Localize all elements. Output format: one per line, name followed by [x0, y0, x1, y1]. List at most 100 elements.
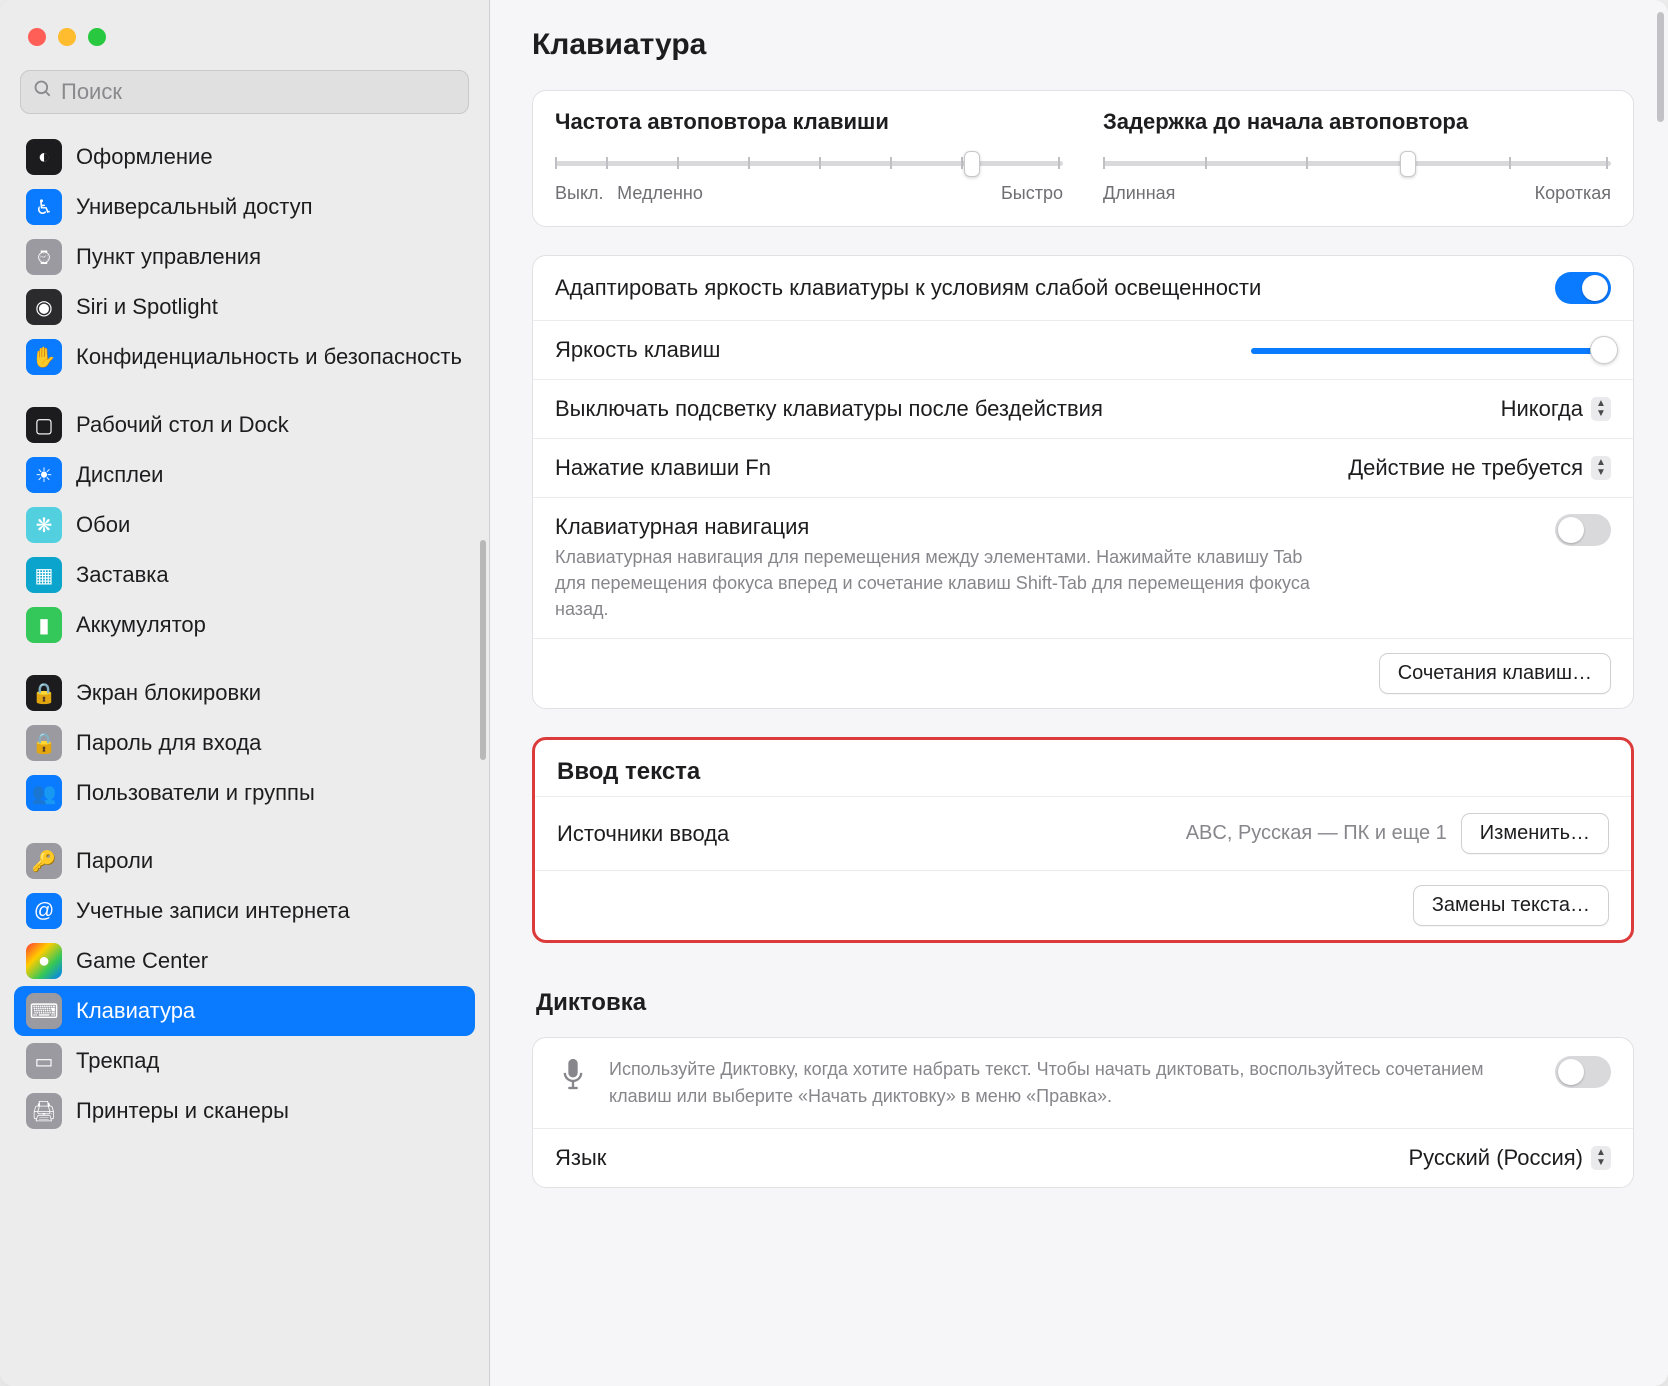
- sidebar-item-клавиатура[interactable]: ⌨︎ Клавиатура: [14, 986, 475, 1036]
- sidebar-item-дисплеи[interactable]: ☀︎Дисплеи: [14, 450, 475, 500]
- sidebar-item-рабочий-стол-и-dock[interactable]: ▢ Рабочий стол и Dock: [14, 400, 475, 450]
- brightness-auto-toggle[interactable]: [1555, 272, 1611, 304]
- kb-nav-label: Клавиатурная навигация: [555, 514, 1315, 540]
- sidebar-item-принтеры-и-сканеры[interactable]: 🖨︎ Принтеры и сканеры: [14, 1086, 475, 1136]
- content-scrollbar[interactable]: [1657, 12, 1664, 122]
- sidebar-item-label: Оформление: [76, 144, 213, 170]
- sidebar-item-label: Универсальный доступ: [76, 194, 313, 220]
- search-input[interactable]: Поиск: [20, 70, 469, 114]
- backlight-off-value: Никогда: [1501, 396, 1583, 422]
- key-repeat-label: Частота автоповтора клавиши: [555, 109, 1063, 135]
- sidebar-icon: ▭: [26, 1043, 62, 1079]
- dictation-lang-label: Язык: [555, 1145, 606, 1171]
- backlight-off-label: Выключать подсветку клавиатуры после без…: [555, 396, 1103, 422]
- sidebar-item-label: Обои: [76, 512, 130, 538]
- fn-key-select[interactable]: Действие не требуется ▲▼: [1348, 455, 1611, 481]
- chevron-up-down-icon: ▲▼: [1591, 456, 1611, 480]
- delay-min: Длинная: [1103, 183, 1175, 204]
- input-sources-edit-button[interactable]: Изменить…: [1461, 813, 1609, 854]
- main-content: Клавиатура Частота автоповтора клавиши: [490, 0, 1668, 1386]
- sidebar-item-пункт-управления[interactable]: ⌚︎ Пункт управления: [14, 232, 475, 282]
- chevron-up-down-icon: ▲▼: [1591, 397, 1611, 421]
- sidebar-item-label: Пароли: [76, 848, 153, 874]
- fn-key-label: Нажатие клавиши Fn: [555, 455, 771, 481]
- dictation-panel: Используйте Диктовку, когда хотите набра…: [532, 1037, 1634, 1188]
- key-brightness-slider[interactable]: [1251, 338, 1611, 362]
- text-input-title: Ввод текста: [535, 740, 1631, 796]
- sidebar-item-label: Аккумулятор: [76, 612, 206, 638]
- sidebar-item-label: Siri и Spotlight: [76, 294, 218, 320]
- kb-nav-desc: Клавиатурная навигация для перемещения м…: [555, 544, 1315, 622]
- sidebar-icon: ⌨︎: [26, 993, 62, 1029]
- page-title: Клавиатура: [532, 28, 1634, 62]
- key-repeat-max: Быстро: [1001, 183, 1063, 204]
- sidebar-item-label: Пункт управления: [76, 244, 261, 270]
- dictation-lang-select[interactable]: Русский (Россия) ▲▼: [1408, 1145, 1611, 1171]
- input-sources-value: ABC, Русская — ПК и еще 1: [1186, 822, 1447, 845]
- chevron-up-down-icon: ▲▼: [1591, 1146, 1611, 1170]
- key-repeat-min: Выкл.: [555, 183, 604, 204]
- keyboard-settings-panel: Адаптировать яркость клавиатуры к услови…: [532, 255, 1634, 709]
- sidebar-scrollbar[interactable]: [480, 540, 486, 760]
- backlight-off-select[interactable]: Никогда ▲▼: [1501, 396, 1611, 422]
- sidebar-icon: ♿︎: [26, 189, 62, 225]
- text-input-panel: Ввод текста Источники ввода ABC, Русская…: [532, 737, 1634, 943]
- sidebar-item-пароли[interactable]: 🔑 Пароли: [14, 836, 475, 886]
- sidebar-item-label: Пользователи и группы: [76, 780, 315, 806]
- dictation-desc: Используйте Диктовку, когда хотите набра…: [609, 1056, 1537, 1110]
- zoom-window-button[interactable]: [88, 28, 106, 46]
- sidebar-icon: ▢: [26, 407, 62, 443]
- sidebar-item-конфиденциальность-и-безопасность[interactable]: ✋Конфиденциальность и безопасность: [14, 332, 475, 382]
- sidebar-icon: 🖨︎: [26, 1093, 62, 1129]
- sidebar-icon: ☀︎: [26, 457, 62, 493]
- sidebar-icon: ▮: [26, 607, 62, 643]
- mic-icon: [555, 1056, 591, 1092]
- delay-max: Короткая: [1535, 183, 1611, 204]
- sidebar-item-оформление[interactable]: ◐ Оформление: [14, 132, 475, 182]
- sidebar-icon: ◐: [26, 139, 62, 175]
- repeat-panel: Частота автоповтора клавиши Выкл.: [532, 90, 1634, 227]
- sidebar-item-заставка[interactable]: ▦ Заставка: [14, 550, 475, 600]
- delay-label: Задержка до начала автоповтора: [1103, 109, 1611, 135]
- sidebar-item-label: Конфиденциальность и безопасность: [76, 344, 462, 370]
- sidebar-item-label: Принтеры и сканеры: [76, 1098, 289, 1124]
- dictation-lang-value: Русский (Россия): [1408, 1145, 1583, 1171]
- sidebar-icon: 🔑: [26, 843, 62, 879]
- sidebar-item-экран-блокировки[interactable]: 🔒Экран блокировки: [14, 668, 475, 718]
- sidebar-item-label: Пароль для входа: [76, 730, 261, 756]
- dictation-title: Диктовка: [532, 971, 1634, 1027]
- sidebar-icon: 🔒: [26, 725, 62, 761]
- sidebar-item-siri-и-spotlight[interactable]: ◉ Siri и Spotlight: [14, 282, 475, 332]
- sidebar-item-обои[interactable]: ❋Обои: [14, 500, 475, 550]
- key-brightness-label: Яркость клавиш: [555, 337, 720, 363]
- keyboard-shortcuts-button[interactable]: Сочетания клавиш…: [1379, 653, 1611, 694]
- sidebar-item-game-center[interactable]: ●Game Center: [14, 936, 475, 986]
- text-replacement-button[interactable]: Замены текста…: [1413, 885, 1609, 926]
- input-sources-label: Источники ввода: [557, 821, 729, 847]
- sidebar-item-учетные-записи-интернета[interactable]: @ Учетные записи интернета: [14, 886, 475, 936]
- window-controls: [0, 22, 489, 62]
- sidebar-item-label: Учетные записи интернета: [76, 898, 350, 924]
- sidebar-item-label: Заставка: [76, 562, 169, 588]
- sidebar-icon: ◉: [26, 289, 62, 325]
- sidebar-item-label: Трекпад: [76, 1048, 159, 1074]
- sidebar-item-пользователи-и-группы[interactable]: 👥 Пользователи и группы: [14, 768, 475, 818]
- key-repeat-mid: Медленно: [617, 183, 703, 204]
- minimize-window-button[interactable]: [58, 28, 76, 46]
- close-window-button[interactable]: [28, 28, 46, 46]
- delay-slider[interactable]: [1103, 149, 1611, 177]
- sidebar-item-пароль-для-входа[interactable]: 🔒 Пароль для входа: [14, 718, 475, 768]
- sidebar-item-аккумулятор[interactable]: ▮ Аккумулятор: [14, 600, 475, 650]
- sidebar-item-универсальный-доступ[interactable]: ♿︎ Универсальный доступ: [14, 182, 475, 232]
- sidebar-icon: ⌚︎: [26, 239, 62, 275]
- dictation-toggle[interactable]: [1555, 1056, 1611, 1088]
- kb-nav-toggle[interactable]: [1555, 514, 1611, 546]
- sidebar-item-label: Клавиатура: [76, 998, 195, 1024]
- sidebar: Поиск ◐ Оформление ♿︎ Универсальный доступ ⌚…: [0, 0, 490, 1386]
- sidebar-icon: @: [26, 893, 62, 929]
- sidebar-item-label: Рабочий стол и Dock: [76, 412, 289, 438]
- sidebar-icon: 👥: [26, 775, 62, 811]
- sidebar-item-трекпад[interactable]: ▭ Трекпад: [14, 1036, 475, 1086]
- key-repeat-slider[interactable]: [555, 149, 1063, 177]
- sidebar-icon: ▦: [26, 557, 62, 593]
